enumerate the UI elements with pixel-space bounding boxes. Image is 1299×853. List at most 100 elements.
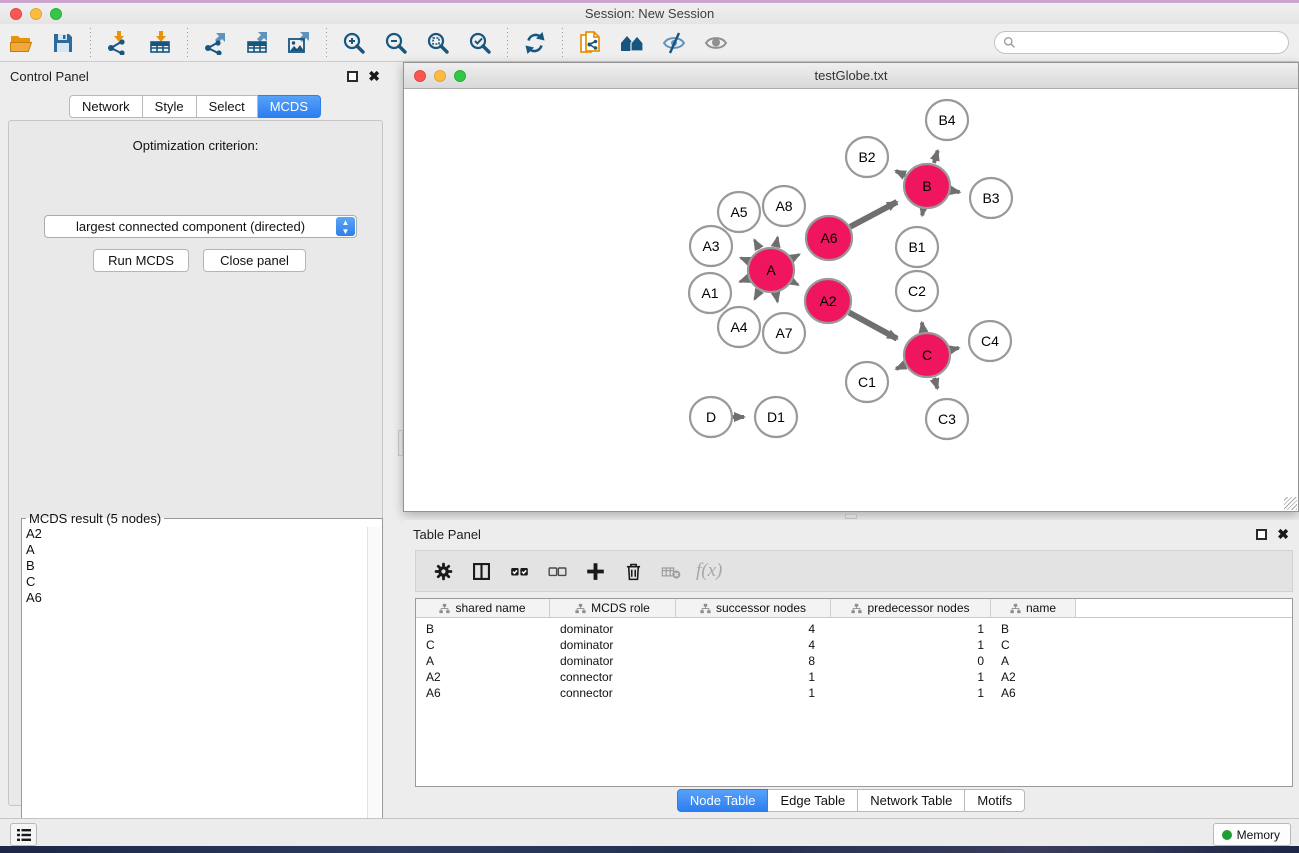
vertical-splitter-handle[interactable] [398, 430, 403, 456]
hide-selected-icon[interactable] [657, 28, 691, 58]
deselect-all-icon[interactable] [542, 556, 572, 586]
close-table-panel-icon[interactable]: ✖ [1277, 529, 1289, 540]
new-network-icon[interactable] [573, 28, 607, 58]
column-header-shared-name[interactable]: shared name [416, 599, 550, 617]
import-network-icon[interactable] [101, 28, 135, 58]
node-A5[interactable]: A5 [718, 192, 760, 232]
node-A3[interactable]: A3 [690, 226, 732, 266]
panel-menu-button[interactable] [10, 823, 37, 846]
node-B3[interactable]: B3 [970, 178, 1012, 218]
maximize-network-window-icon[interactable] [454, 70, 466, 82]
node-B4[interactable]: B4 [926, 100, 968, 140]
export-image-icon[interactable] [282, 28, 316, 58]
edge-A-A5[interactable] [754, 240, 759, 249]
node-A7[interactable]: A7 [763, 313, 805, 353]
edge-C-C3[interactable] [934, 378, 937, 389]
home-icon[interactable] [615, 28, 649, 58]
node-A4[interactable]: A4 [718, 307, 760, 347]
edge-A-A2[interactable] [792, 281, 798, 284]
function-builder-icon[interactable]: f(x) [696, 560, 722, 582]
edge-C-C4[interactable] [950, 348, 958, 350]
node-B2[interactable]: B2 [846, 137, 888, 177]
open-session-icon[interactable] [4, 28, 38, 58]
node-A[interactable]: A [748, 248, 794, 292]
node-B[interactable]: B [904, 164, 950, 208]
node-A1[interactable]: A1 [689, 273, 731, 313]
export-table-icon[interactable] [240, 28, 274, 58]
edge-B-B4[interactable] [934, 151, 938, 163]
panel-columns-icon[interactable] [466, 556, 496, 586]
result-item-a6[interactable]: A6 [26, 590, 382, 606]
network-canvas[interactable]: B4B2BB3A5A8A6A3B1AA1C2A2A4A7CC4C1DD1C3 [404, 89, 1298, 511]
column-header-mcds-role[interactable]: MCDS role [550, 599, 676, 617]
table-row-a6[interactable]: A6connector11A6 [416, 685, 1292, 701]
tab-motifs[interactable]: Motifs [965, 789, 1025, 812]
edge-A-A3[interactable] [741, 258, 749, 261]
table-row-b[interactable]: Bdominator41B [416, 621, 1292, 637]
node-A2[interactable]: A2 [805, 279, 851, 323]
select-all-icon[interactable] [504, 556, 534, 586]
minimize-network-window-icon[interactable] [434, 70, 446, 82]
node-D1[interactable]: D1 [755, 397, 797, 437]
zoom-in-icon[interactable] [337, 28, 371, 58]
refresh-layout-icon[interactable] [518, 28, 552, 58]
export-network-icon[interactable] [198, 28, 232, 58]
edge-A-A6[interactable] [792, 254, 799, 258]
edge-B-B3[interactable] [951, 190, 960, 192]
delete-column-icon[interactable] [618, 556, 648, 586]
run-mcds-button[interactable]: Run MCDS [93, 249, 189, 272]
tab-mcds[interactable]: MCDS [258, 95, 321, 118]
edge-A-A1[interactable] [740, 278, 749, 281]
tab-edge-table[interactable]: Edge Table [768, 789, 858, 812]
add-column-icon[interactable] [580, 556, 610, 586]
minimize-window-icon[interactable] [30, 8, 42, 20]
node-C1[interactable]: C1 [846, 362, 888, 402]
edge-B-B1[interactable] [922, 210, 923, 216]
network-window-titlebar[interactable]: testGlobe.txt [404, 63, 1298, 89]
column-header-name[interactable]: name [991, 599, 1076, 617]
float-panel-icon[interactable] [347, 71, 358, 82]
zoom-out-icon[interactable] [379, 28, 413, 58]
node-D[interactable]: D [690, 397, 732, 437]
edge-B-B2[interactable] [896, 171, 906, 176]
tab-network-table[interactable]: Network Table [858, 789, 965, 812]
close-window-icon[interactable] [10, 8, 22, 20]
column-header-successor-nodes[interactable]: successor nodes [676, 599, 831, 617]
edge-A-A7[interactable] [776, 294, 778, 302]
tab-select[interactable]: Select [197, 95, 258, 118]
tab-style[interactable]: Style [143, 95, 197, 118]
zoom-fit-icon[interactable] [421, 28, 455, 58]
float-table-panel-icon[interactable] [1256, 529, 1267, 540]
result-item-a[interactable]: A [26, 542, 382, 558]
tab-node-table[interactable]: Node Table [677, 789, 769, 812]
horizontal-splitter-handle[interactable] [845, 514, 857, 519]
node-C3[interactable]: C3 [926, 399, 968, 439]
search-input[interactable] [1016, 36, 1288, 50]
zoom-selected-icon[interactable] [463, 28, 497, 58]
edge-A2-C[interactable] [849, 312, 897, 338]
settings-gear-icon[interactable] [428, 556, 458, 586]
edge-A6-B[interactable] [850, 202, 897, 227]
import-table-icon[interactable] [143, 28, 177, 58]
node-A6[interactable]: A6 [806, 216, 852, 260]
column-header-predecessor-nodes[interactable]: predecessor nodes [831, 599, 991, 617]
result-scrollbar[interactable] [367, 527, 381, 853]
tab-network[interactable]: Network [69, 95, 143, 118]
node-B1[interactable]: B1 [896, 227, 938, 267]
result-item-b[interactable]: B [26, 558, 382, 574]
table-row-a2[interactable]: A2connector11A2 [416, 669, 1292, 685]
table-row-c[interactable]: Cdominator41C [416, 637, 1292, 653]
table-row-a[interactable]: Adominator80A [416, 653, 1292, 669]
result-item-c[interactable]: C [26, 574, 382, 590]
maximize-window-icon[interactable] [50, 8, 62, 20]
edge-A-A8[interactable] [776, 237, 778, 246]
close-panel-icon[interactable]: ✖ [368, 71, 380, 82]
edge-C-C2[interactable] [922, 323, 923, 332]
criterion-dropdown[interactable]: largest connected component (directed) ▲… [44, 215, 357, 238]
node-A8[interactable]: A8 [763, 186, 805, 226]
node-C2[interactable]: C2 [896, 271, 938, 311]
result-item-a2[interactable]: A2 [26, 526, 382, 542]
close-panel-button[interactable]: Close panel [203, 249, 306, 272]
memory-button[interactable]: Memory [1213, 823, 1291, 846]
window-resize-grip[interactable] [1284, 497, 1297, 510]
